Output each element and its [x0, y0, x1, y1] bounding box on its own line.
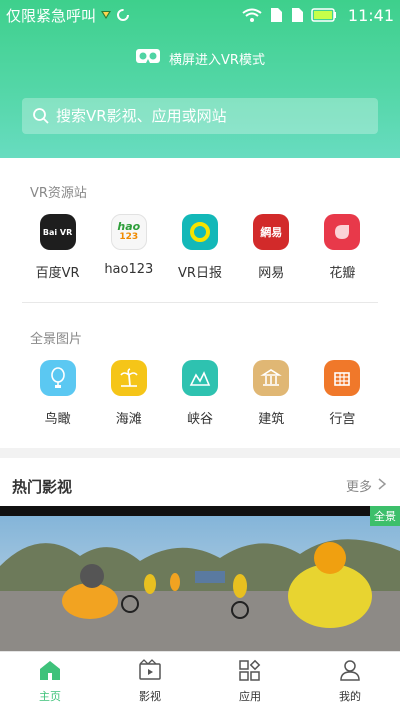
chevron-right-icon — [378, 477, 387, 494]
app-label: 峡谷 — [187, 412, 214, 427]
resource-card: VR资源站 Bai VR 百度VR hao 123 hao123 VR日报 網易… — [0, 158, 400, 448]
panorama-palace[interactable]: 行宫 — [307, 360, 378, 427]
app-huaban[interactable]: 花瓣 — [307, 214, 378, 281]
tab-label: 我的 — [339, 690, 361, 703]
hot-videos-title: 热门影视 — [12, 478, 73, 496]
divider — [22, 302, 378, 303]
section-title-panorama: 全景图片 — [30, 332, 83, 347]
sim1-icon — [269, 7, 283, 23]
sim2-icon — [290, 7, 304, 23]
search-input[interactable] — [56, 107, 356, 125]
panorama-beach[interactable]: 海滩 — [93, 360, 164, 427]
building-icon — [253, 360, 290, 396]
carrier-text: 仅限紧急呼叫 — [6, 6, 97, 25]
tab-video[interactable]: 影视 — [100, 652, 200, 711]
cyclists-scene — [0, 506, 400, 651]
wifi-icon — [242, 8, 262, 22]
tab-label: 影视 — [139, 690, 161, 703]
app-vr-daily[interactable]: VR日报 — [164, 214, 235, 281]
more-label: 更多 — [345, 480, 372, 495]
user-icon — [338, 659, 362, 684]
panorama-architecture[interactable]: 建筑 — [236, 360, 307, 427]
search-bar[interactable] — [22, 98, 378, 134]
tab-label: 应用 — [239, 690, 261, 703]
hao123-icon-text: hao — [117, 220, 141, 233]
vr-daily-icon — [182, 214, 218, 250]
tab-label: 主页 — [39, 690, 61, 703]
film-icon — [138, 659, 162, 684]
vr-goggles-icon — [135, 48, 161, 68]
huaban-icon — [324, 214, 361, 250]
clock: 11:41 — [347, 5, 394, 25]
balloon-icon — [39, 360, 76, 396]
app-hao123[interactable]: hao 123 hao123 — [93, 214, 164, 281]
hao123-icon: hao 123 — [110, 214, 147, 250]
panorama-aerial[interactable]: 鸟瞰 — [22, 360, 93, 427]
panorama-grid: 鸟瞰 海滩 峡谷 建筑 行宫 — [22, 360, 378, 427]
video-thumbnail[interactable] — [0, 506, 400, 651]
vr-sites-grid: Bai VR 百度VR hao 123 hao123 VR日报 網易 网易 花瓣 — [22, 214, 378, 281]
baidu-vr-icon: Bai VR — [39, 214, 76, 250]
netease-icon-text: 網易 — [260, 226, 283, 239]
tab-profile[interactable]: 我的 — [300, 652, 400, 711]
app-baidu-vr[interactable]: Bai VR 百度VR — [22, 214, 93, 281]
bottom-tab-bar: 主页 影视 应用 我的 — [0, 651, 400, 711]
vr-mode-label: 横屏进入VR模式 — [169, 52, 265, 68]
app-label: 百度VR — [35, 266, 80, 281]
app-label: 网易 — [258, 266, 285, 281]
header: 仅限紧急呼叫 11:41 横屏进入VR模式 搜索VR影视、应用或网站 — [0, 0, 400, 158]
app-label: 鸟瞰 — [44, 412, 71, 427]
panorama-canyon[interactable]: 峡谷 — [164, 360, 235, 427]
vr-mode-button[interactable]: 横屏进入VR模式 — [0, 48, 400, 68]
panorama-badge: 全景 — [370, 506, 400, 526]
home-icon — [38, 659, 62, 684]
app-label: 花瓣 — [329, 266, 356, 281]
baidu-vr-icon-text: Bai VR — [42, 227, 73, 237]
status-bar: 仅限紧急呼叫 11:41 — [0, 0, 400, 30]
battery-icon — [311, 8, 337, 22]
search-icon — [32, 107, 50, 125]
download-arrow-icon — [100, 10, 112, 20]
section-title-vr-sites: VR资源站 — [30, 186, 87, 201]
app-label: VR日报 — [178, 266, 222, 281]
app-label: 建筑 — [258, 412, 285, 427]
palace-icon — [324, 360, 361, 396]
sync-icon — [116, 8, 130, 22]
hao123-icon-number: 123 — [119, 232, 139, 242]
app-label: 海滩 — [115, 412, 142, 427]
app-netease[interactable]: 網易 网易 — [236, 214, 307, 281]
netease-icon: 網易 — [253, 214, 290, 250]
tab-apps[interactable]: 应用 — [200, 652, 300, 711]
more-link[interactable]: 更多 — [345, 476, 387, 495]
tab-home[interactable]: 主页 — [0, 652, 100, 711]
hot-videos-card: 热门影视 更多 全景 — [0, 458, 400, 651]
palm-tree-icon — [110, 360, 147, 396]
app-label: hao123 — [104, 262, 154, 277]
apps-icon — [238, 659, 262, 684]
mountain-icon — [182, 360, 218, 396]
app-label: 行宫 — [329, 412, 356, 427]
